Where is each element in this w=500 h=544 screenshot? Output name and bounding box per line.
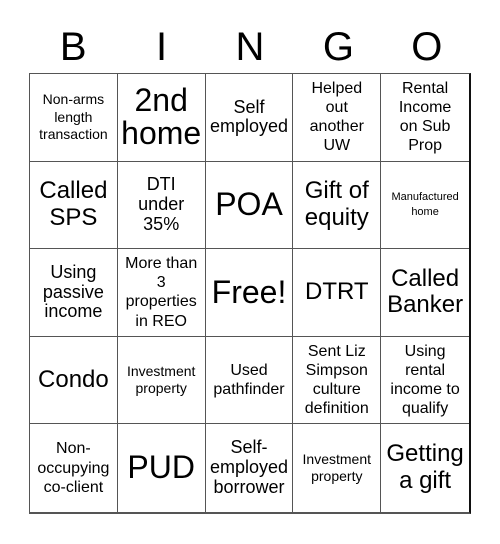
bingo-cell[interactable]: Investment property: [117, 336, 206, 425]
bingo-cell-label: Rental Income on Sub Prop: [398, 79, 452, 155]
bingo-cell-label: Gift of equity: [304, 177, 369, 231]
bingo-cell[interactable]: Condo: [30, 336, 118, 425]
bingo-cell[interactable]: Self employed: [205, 74, 294, 162]
bingo-cell-label: Condo: [38, 365, 109, 393]
header-letter-i: I: [156, 25, 168, 69]
header-letter-b: B: [59, 25, 87, 69]
bingo-cell[interactable]: PUD: [118, 424, 206, 512]
bingo-cell[interactable]: Manufactured home: [381, 162, 469, 250]
bingo-cell-label: Used pathfinder: [213, 361, 285, 399]
bingo-cell[interactable]: Non- occupying co-client: [30, 424, 118, 512]
bingo-cell[interactable]: Getting a gift: [381, 424, 469, 512]
bingo-board: Non-arms length transaction 2nd home Self …: [29, 73, 471, 514]
bingo-cell[interactable]: Using passive income: [30, 249, 118, 337]
bingo-cell[interactable]: Sent Liz Simpson culture definition: [293, 336, 382, 425]
bingo-cell-free-space[interactable]: Free!: [205, 249, 294, 337]
bingo-cell-label: Investment property: [126, 362, 196, 397]
bingo-cell-label: Getting a gift: [386, 440, 464, 495]
bingo-cell-label: DTI under 35%: [138, 174, 185, 234]
bingo-cell-label: Called SPS: [39, 177, 108, 231]
bingo-cell-label: Manufactured home: [391, 191, 459, 218]
bingo-cell[interactable]: DTI under 35%: [117, 161, 206, 250]
bingo-cell[interactable]: 2nd home: [117, 74, 206, 162]
bingo-cell-label: Sent Liz Simpson culture definition: [304, 342, 369, 418]
bingo-cell[interactable]: Gift of equity: [293, 161, 382, 250]
bingo-cell-label: 2nd home: [121, 81, 202, 152]
bingo-cell-label: Helped out another UW: [309, 79, 364, 155]
bingo-cell[interactable]: Rental Income on Sub Prop: [381, 74, 469, 162]
bingo-cell-label: Self- employed borrower: [209, 437, 289, 498]
bingo-cell[interactable]: DTRT: [293, 249, 382, 337]
bingo-cell-label: PUD: [127, 449, 195, 486]
bingo-cell-label: Free!: [211, 273, 287, 310]
bingo-cell[interactable]: Called Banker: [381, 249, 469, 337]
bingo-cell-label: Non- occupying co-client: [37, 440, 110, 496]
bingo-cell-label: POA: [215, 186, 283, 223]
header-letter-n: N: [235, 25, 265, 69]
bingo-cell-label: Using passive income: [42, 261, 104, 322]
bingo-header: B I N G O: [29, 22, 471, 72]
bingo-cell-label: Called Banker: [387, 264, 464, 319]
bingo-cell-label: Self employed: [209, 96, 289, 137]
bingo-cell-label: Investment property: [302, 450, 372, 485]
bingo-cell[interactable]: POA: [205, 161, 294, 250]
bingo-cell[interactable]: More than 3 properties in REO: [117, 249, 206, 337]
bingo-cell-label: Using rental income to qualify: [390, 342, 460, 418]
bingo-cell[interactable]: Used pathfinder: [205, 336, 294, 425]
header-letter-g: G: [322, 25, 354, 69]
bingo-cell[interactable]: Using rental income to qualify: [381, 337, 469, 425]
bingo-cell-label: More than 3 properties in REO: [125, 255, 198, 330]
bingo-cell[interactable]: Non-arms length transaction: [30, 74, 118, 162]
bingo-cell[interactable]: Investment property: [293, 424, 382, 512]
bingo-cell-label: DTRT: [305, 278, 369, 306]
bingo-cell[interactable]: Helped out another UW: [293, 74, 382, 162]
bingo-cell-label: Non-arms length transaction: [39, 91, 108, 143]
header-letter-o: O: [411, 25, 443, 69]
bingo-cell[interactable]: Called SPS: [30, 161, 118, 250]
bingo-cell[interactable]: Self- employed borrower: [206, 424, 294, 512]
